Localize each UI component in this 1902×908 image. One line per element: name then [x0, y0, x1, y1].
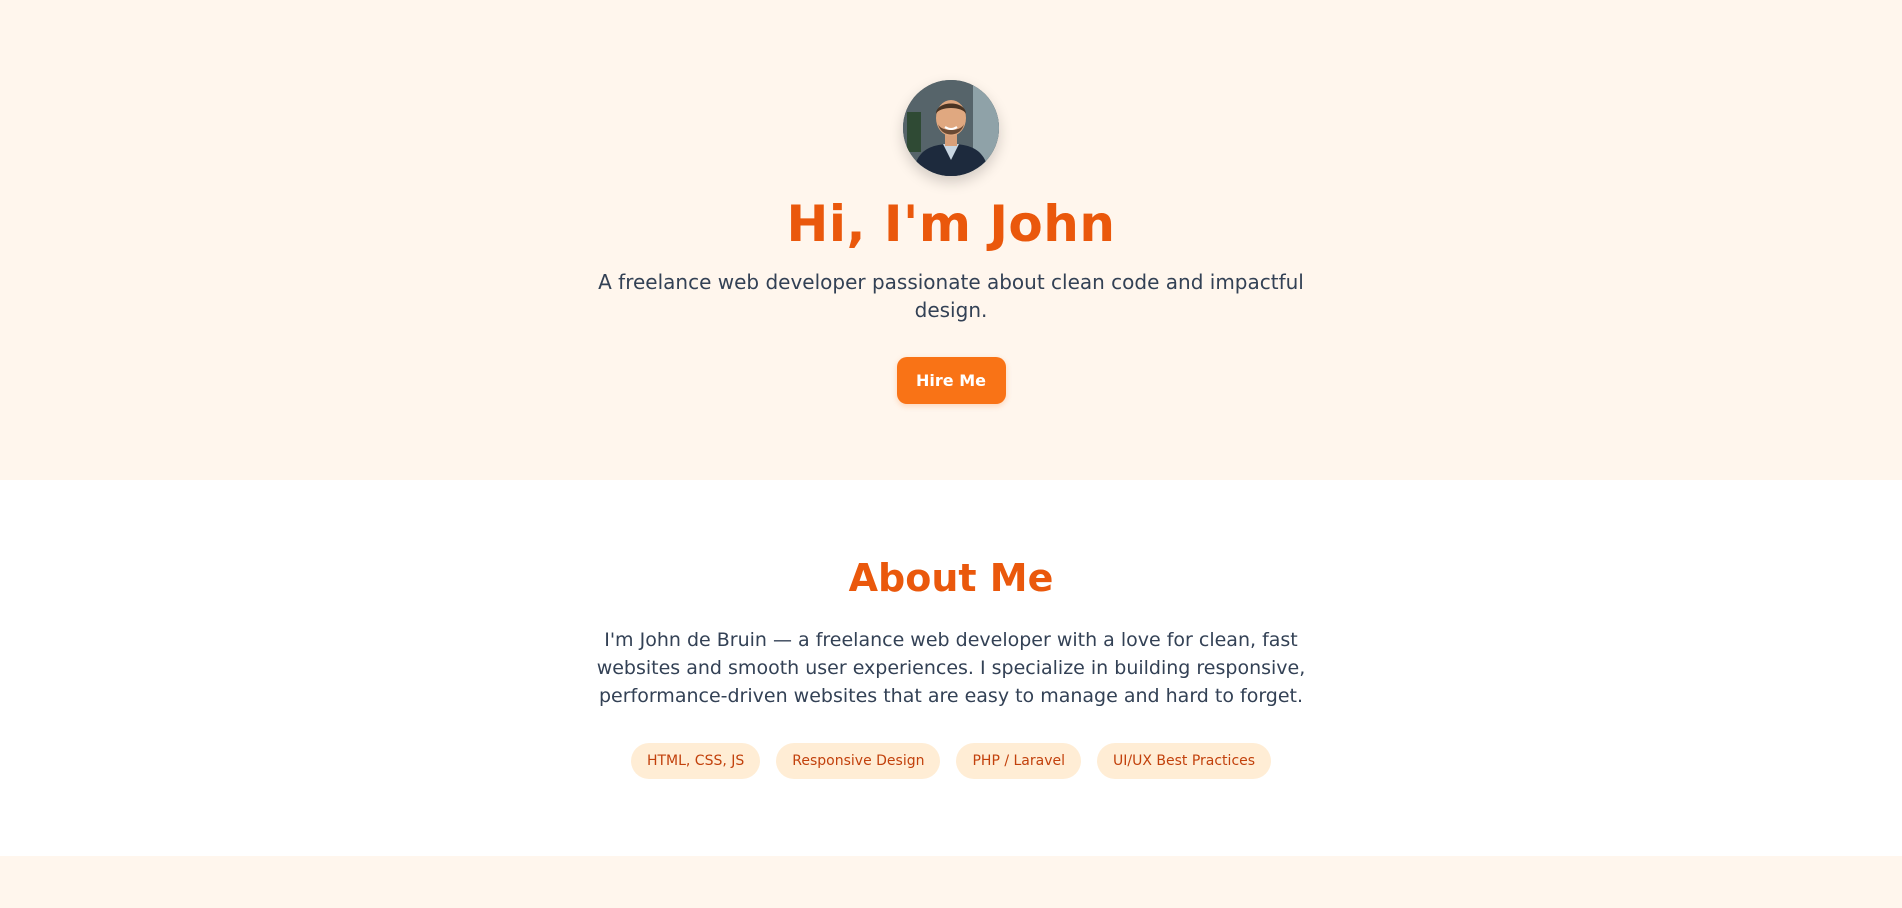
- hero-section: Hi, I'm John A freelance web developer p…: [0, 0, 1902, 480]
- skill-tag: PHP / Laravel: [956, 743, 1081, 779]
- skill-tag: Responsive Design: [776, 743, 941, 779]
- hero-title: Hi, I'm John: [786, 195, 1116, 253]
- hero-tagline: A freelance web developer passionate abo…: [598, 270, 1304, 322]
- about-title: About Me: [848, 556, 1054, 600]
- skills-list: HTML, CSS, JS Responsive Design PHP / La…: [630, 743, 1272, 779]
- about-text: I'm John de Bruin — a freelance web deve…: [596, 629, 1306, 707]
- about-section: About Me I'm John de Bruin — a freelance…: [0, 480, 1902, 856]
- next-section: [0, 856, 1902, 908]
- avatar: [903, 80, 999, 176]
- skill-tag: HTML, CSS, JS: [630, 743, 761, 779]
- avatar-photo: [903, 80, 999, 176]
- skill-tag: UI/UX Best Practices: [1097, 743, 1272, 779]
- hire-me-button[interactable]: Hire Me: [896, 357, 1006, 404]
